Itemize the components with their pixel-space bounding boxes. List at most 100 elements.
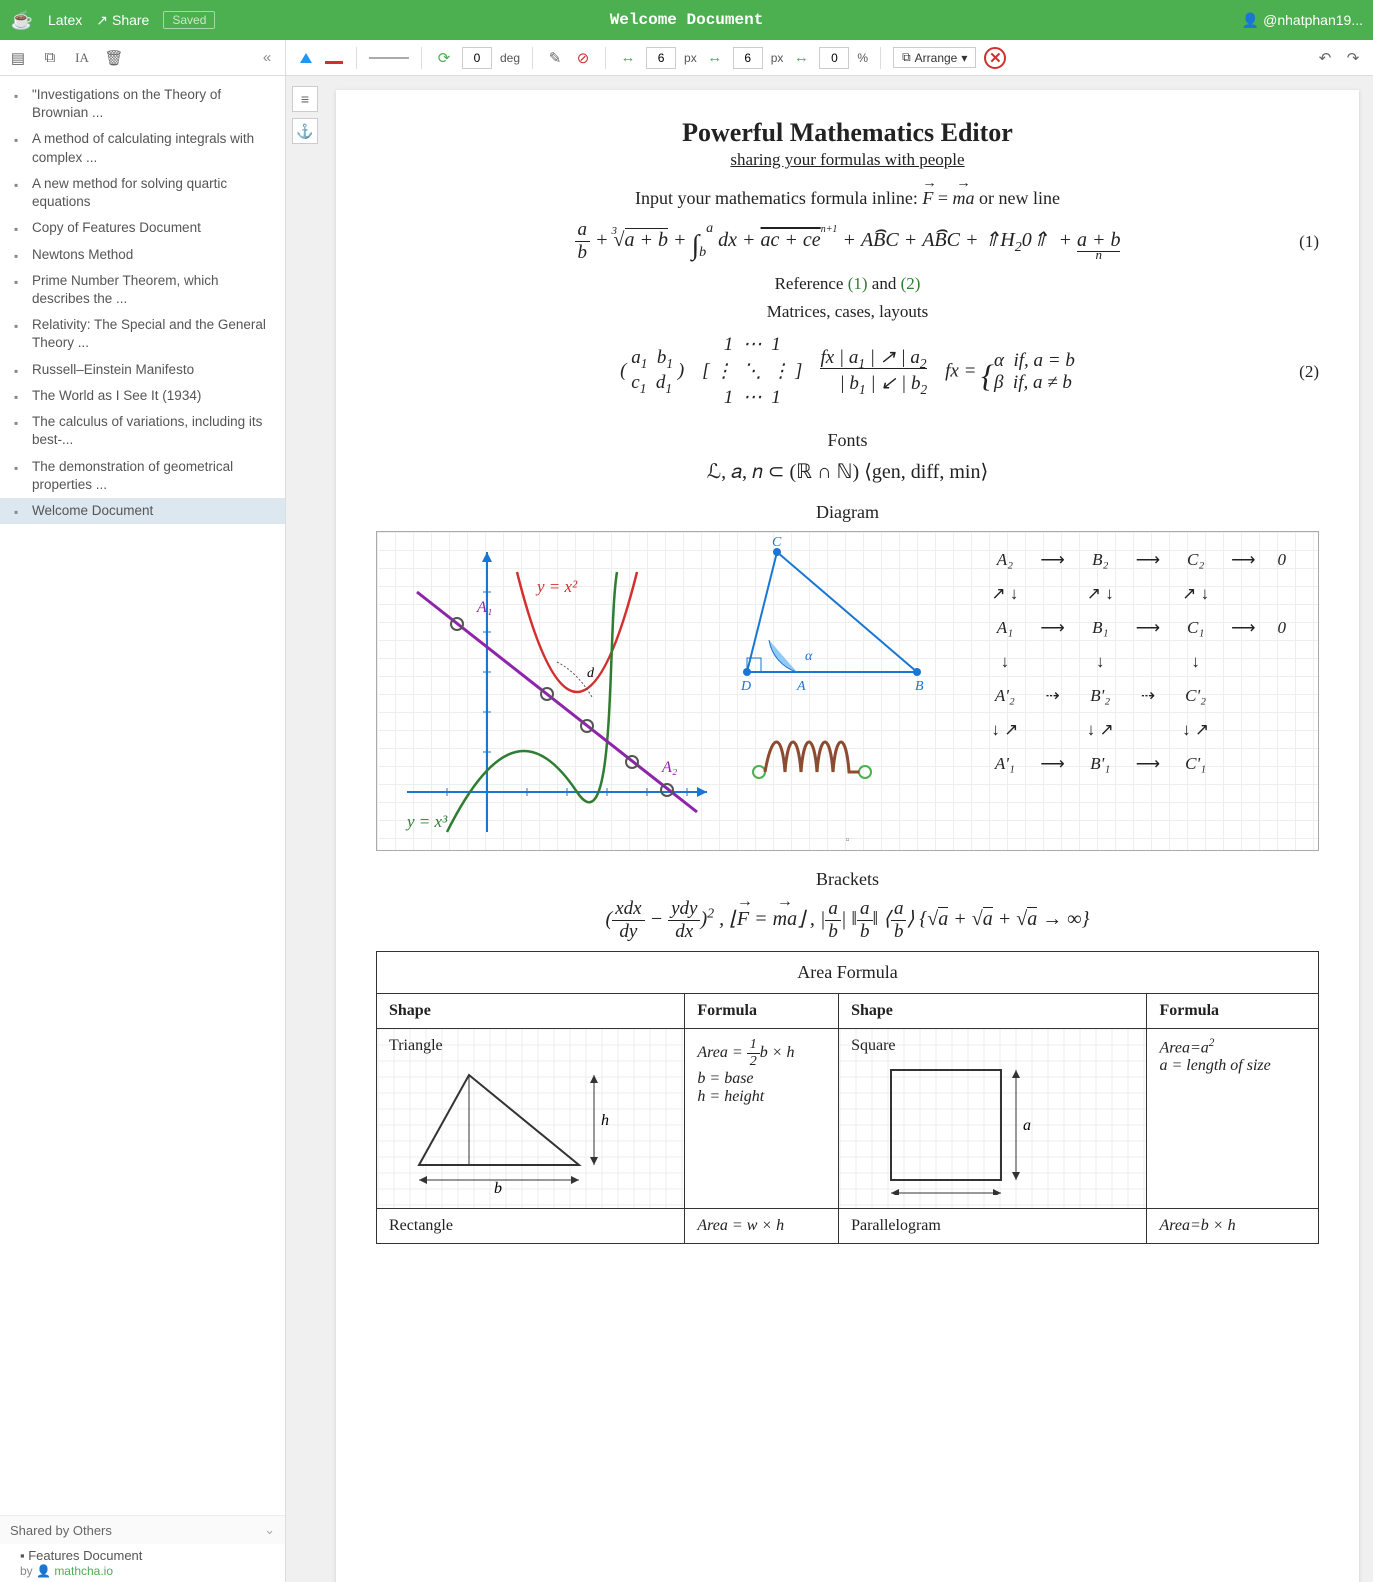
document-item-label: Copy of Features Document [32,219,201,237]
document-item[interactable]: ▪ Copy of Features Document [0,215,285,241]
col-shape: Shape [377,993,685,1028]
editor-area: ≡ ⚓ Powerful Mathematics Editor sharing … [286,76,1373,1582]
diagram-box[interactable]: A₁ A₂ y = x² y = x³ d C D [376,531,1319,851]
document-icon: ▪ [14,88,26,104]
document-item[interactable]: ▪ The World as I See It (1934) [0,383,285,409]
trash-icon[interactable]: 🗑 [104,48,124,68]
pct-unit: % [857,51,868,65]
vspace-icon: ↔ [705,48,725,68]
document-icon: ▪ [14,389,26,405]
commutative-diagram: A₂⟶B₂⟶C₂⟶0 ↗ ↓↗ ↓↗ ↓ A₁⟶B₁⟶C₁⟶0 ↓↓↓ A'₂⇢… [979,542,1298,782]
table-row: Triangle b h Area = 12b × hb = baseh = h… [377,1028,1319,1208]
shape-name-rectangle: Rectangle [377,1208,685,1243]
app-header: ☕ Latex ↗ Share Saved Welcome Document 👤… [0,0,1373,40]
document-icon: ▪ [14,248,26,264]
user-menu[interactable]: 👤 @nhatphan19... [1242,12,1363,29]
document-item-label: Relativity: The Special and the General … [32,316,275,352]
shared-by-others-header[interactable]: Shared by Others ⌄ [0,1515,285,1544]
document-item[interactable]: ▪The demonstration of geometrical proper… [0,454,285,498]
vspace-unit: px [771,51,784,65]
document-item[interactable]: ▪ "Investigations on the Theory of Browni… [0,82,285,126]
delete-button[interactable]: ✕ [984,47,1006,69]
document-item[interactable]: ▪Prime Number Theorem, which describes t… [0,268,285,312]
fonts-label: Fonts [376,430,1319,451]
svg-text:b: b [494,1180,502,1195]
formula-rectangle: Area = w × h [685,1208,839,1243]
document-item[interactable]: ▪ Relativity: The Special and the General… [0,312,285,356]
coil-diagram [747,722,877,792]
chevron-down-icon: ▾ [961,51,967,65]
stroke-color-picker[interactable] [324,48,344,68]
anchor-button[interactable]: ⚓ [292,118,318,144]
equation-number-1: (1) [1299,232,1319,252]
triangle-diagram: C D A B α [717,532,947,712]
document-icon: ▪ [14,415,26,431]
document-list: ▪ "Investigations on the Theory of Browni… [0,76,285,1515]
rotate-input[interactable] [462,47,492,69]
formula-triangle: Area = 12b × hb = baseh = height [685,1028,839,1208]
share-button[interactable]: ↗ Share [96,12,149,29]
formula-parallelogram: Area=b × h [1147,1208,1319,1243]
undo-icon[interactable]: ↶ [1315,48,1335,68]
no-fill-icon[interactable]: ⊘ [573,48,593,68]
document-icon: ▪ [14,221,26,237]
pen-tool-icon[interactable]: ✎ [545,48,565,68]
document-icon: ▪ [14,274,26,290]
svg-text:A₂: A₂ [661,759,678,776]
document-icon: ▪ [20,1548,25,1563]
document-item-label: A new method for solving quartic equatio… [32,175,275,211]
triangle-shape: b h [389,1055,609,1195]
document-icon: ▪ [14,318,26,334]
shared-by-link[interactable]: mathcha.io [54,1564,113,1578]
app-logo-icon: ☕ [10,8,34,32]
document-item-label: "Investigations on the Theory of Brownia… [32,86,275,122]
vspace-input[interactable] [733,47,763,69]
resize-handle-icon[interactable]: ▫ [846,834,850,846]
shared-document-item[interactable]: ▪ Features Document by 👤 mathcha.io [0,1544,285,1582]
redo-icon[interactable]: ↷ [1343,48,1363,68]
hspace-icon: ↔ [618,48,638,68]
fonts-sample: ℒ, 𝑎, 𝑛 ⊂ (ℝ ∩ ℕ) ⟨gen, diff, min⟩ [376,459,1319,484]
document-item[interactable]: ▪Russell–Einstein Manifesto [0,357,285,383]
collapse-sidebar-icon[interactable]: « [257,48,277,68]
svg-text:y = x²: y = x² [535,577,578,596]
line-style-picker[interactable] [369,48,409,68]
toolbar: ▤ ⧉ IA 🗑 « ⟳ deg ✎ ⊘ ↔ px ↔ px ↔ [0,40,1373,76]
document-icon: ▪ [14,504,26,520]
hspace-input[interactable] [646,47,676,69]
rotate-icon: ⟳ [434,48,454,68]
ia-icon[interactable]: IA [72,48,92,68]
copy-icon[interactable]: ⧉ [40,48,60,68]
svg-text:A: A [796,679,806,694]
svg-text:h: h [601,1112,609,1129]
svg-text:a: a [1023,1117,1031,1134]
document-item-label: The World as I See It (1934) [32,387,201,405]
fill-color-picker[interactable] [296,48,316,68]
document-item[interactable]: ▪ Newtons Method [0,242,285,268]
equation-2: ( a1 b1c1 d1 ) [ 1 ⋯ 1⋮ ⋱ ⋮1 ⋯ 1 ] fx | … [376,332,1319,412]
arrange-button[interactable]: ⧉ Arrange ▾ [893,47,976,68]
svg-text:C: C [772,535,782,550]
diagram-label: Diagram [376,502,1319,523]
document-icon: ▪ [14,363,26,379]
latex-button[interactable]: Latex [48,12,82,28]
col-formula: Formula [1147,993,1319,1028]
document-item[interactable]: ▪A new method for solving quartic equati… [0,171,285,215]
brackets-equation: (xdxdy − ydydx)2 , ⌊F = ma⌋ , |ab| ‖ab‖ … [376,898,1319,943]
col-formula: Formula [685,993,839,1028]
page-icon[interactable]: ▤ [8,48,28,68]
shape-name-square: Square [851,1037,1134,1055]
svg-text:α: α [805,649,813,664]
pct-input[interactable] [819,47,849,69]
document-page[interactable]: Powerful Mathematics Editor sharing your… [336,90,1359,1582]
document-item[interactable]: ▪A method of calculating integrals with … [0,126,285,170]
document-item-label: Newtons Method [32,246,133,264]
col-shape: Shape [839,993,1147,1028]
document-icon: ▪ [14,132,26,148]
document-item[interactable]: ▪Welcome Document [0,498,285,524]
share-icon: ↗ [96,12,108,29]
document-item[interactable]: ▪The calculus of variations, including i… [0,409,285,453]
outline-button[interactable]: ≡ [292,86,318,112]
svg-text:B: B [915,679,924,694]
svg-text:d: d [587,666,595,681]
